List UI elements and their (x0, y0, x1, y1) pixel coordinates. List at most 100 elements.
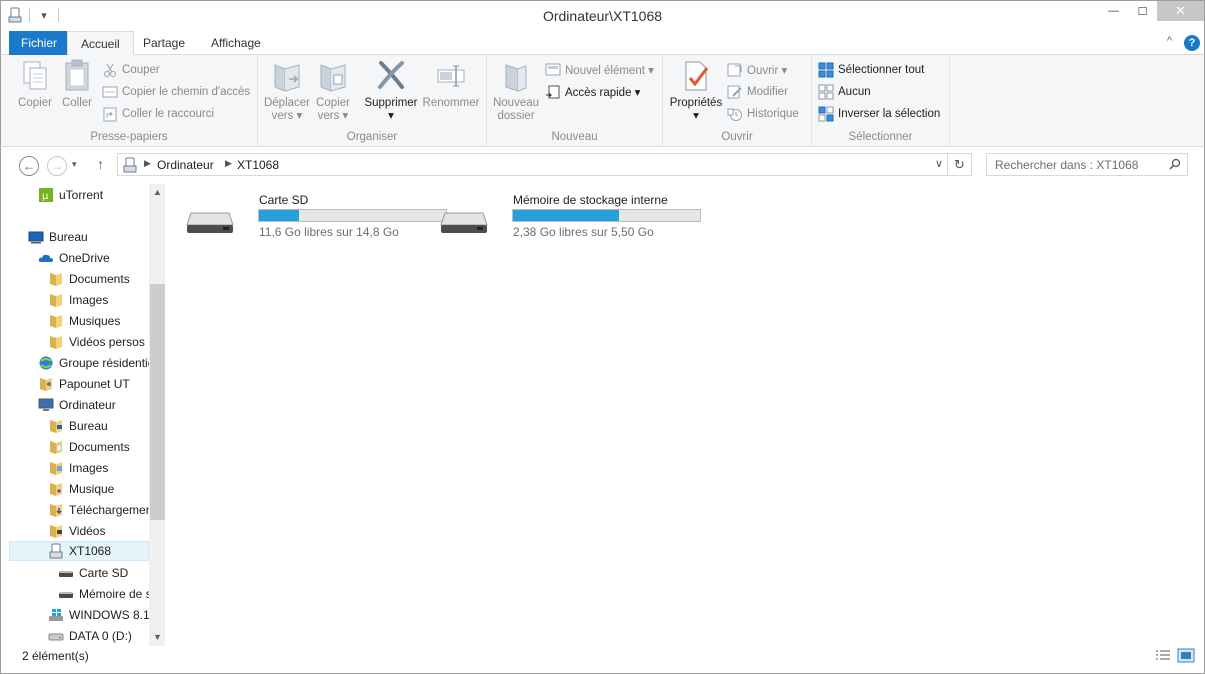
invert-selection-button[interactable]: Inverser la sélection (818, 104, 940, 124)
nav-item-videos-folder[interactable]: Vidéos (48, 521, 105, 541)
nav-item-utorrent[interactable]: µ uTorrent (38, 185, 103, 205)
copy-path-button[interactable]: Copier le chemin d'accès (102, 82, 250, 102)
copy-button[interactable]: Copier (15, 59, 55, 110)
nav-scrollbar[interactable]: ▲ ▼ (149, 184, 166, 646)
nav-item-label: Musique (69, 482, 115, 496)
folder-icon (48, 271, 64, 287)
scroll-up-icon[interactable]: ▲ (149, 184, 166, 201)
forward-button[interactable]: → (47, 156, 67, 176)
up-button[interactable]: ↑ (97, 156, 104, 172)
breadcrumb-ordinateur[interactable]: Ordinateur (157, 158, 214, 172)
paste-button[interactable]: Coller (59, 59, 95, 110)
user-folder-icon (38, 376, 54, 392)
back-button[interactable]: ← (19, 156, 39, 176)
windows-drive-icon (48, 607, 64, 623)
drive-icon (439, 207, 489, 235)
copy-to-button[interactable]: Copier vers ▾ (313, 59, 353, 123)
open-label: Ouvrir ▾ (747, 65, 788, 77)
breadcrumb-separator-icon[interactable]: ▶ (225, 158, 232, 169)
search-icon[interactable] (1169, 158, 1181, 170)
open-button[interactable]: Ouvrir ▾ (727, 60, 787, 80)
nav-item-papounet-ut[interactable]: Papounet UT (38, 374, 130, 394)
easy-access-button[interactable]: Accès rapide ▾ (545, 82, 640, 102)
easy-access-label: Accès rapide ▾ (565, 87, 641, 99)
new-item-label: Nouvel élément ▾ (565, 65, 654, 77)
nav-item-memoire-interne[interactable]: Mémoire de stockage interne (58, 584, 149, 604)
paste-icon (61, 59, 93, 93)
nav-item-groupe-residentiel[interactable]: Groupe résidentiel (38, 353, 149, 373)
maximize-button[interactable]: ☐ (1128, 1, 1157, 21)
close-button[interactable]: ✕ (1157, 1, 1204, 21)
tab-share[interactable]: Partage (130, 31, 198, 55)
move-to-button[interactable]: Déplacer vers ▾ (263, 59, 311, 123)
collapse-ribbon-icon[interactable]: ^ (1167, 35, 1172, 47)
new-item-button[interactable]: Nouvel élément ▾ (545, 60, 654, 80)
nav-item-label: Vidéos (69, 524, 106, 538)
nav-item-xt1068[interactable]: XT1068 (9, 541, 149, 561)
search-box[interactable]: Rechercher dans : XT1068 (986, 153, 1188, 176)
paste-shortcut-button[interactable]: Coller le raccourci (102, 104, 214, 124)
scroll-down-icon[interactable]: ▼ (149, 629, 166, 646)
minimize-button[interactable]: — (1099, 1, 1128, 21)
tab-home[interactable]: Accueil (67, 31, 134, 56)
nav-item-label: OneDrive (59, 251, 110, 265)
drive-tile-memoire-interne[interactable]: Mémoire de stockage interne 2,38 Go libr… (439, 193, 701, 243)
nav-item-musiques[interactable]: Musiques (48, 311, 120, 331)
new-group: Nouveau dossier Nouvel élément ▾ Accès r… (487, 55, 663, 147)
move-to-label-2: vers ▾ (271, 110, 303, 122)
select-all-button[interactable]: Sélectionner tout (818, 60, 924, 80)
tab-view[interactable]: Affichage (198, 31, 274, 55)
tab-file[interactable]: Fichier (9, 31, 70, 55)
recent-locations-icon[interactable]: ▾ (72, 159, 77, 170)
nav-item-data-0[interactable]: DATA 0 (D:) (48, 626, 132, 646)
properties-button[interactable]: Propriétés ▾ (667, 59, 725, 123)
delete-button[interactable]: Supprimer ▾ (362, 59, 420, 123)
nav-item-musique-folder[interactable]: Musique (48, 479, 114, 499)
drive-usage-fill (513, 210, 620, 221)
nav-item-documents[interactable]: Documents (48, 269, 130, 289)
select-all-label: Sélectionner tout (838, 64, 925, 76)
scrollbar-thumb[interactable] (150, 284, 165, 520)
new-folder-button[interactable]: Nouveau dossier (491, 59, 541, 123)
large-icons-view-icon[interactable] (1177, 648, 1195, 664)
rename-button[interactable]: Renommer (420, 59, 482, 110)
properties-dropdown-icon[interactable]: ▾ (693, 110, 699, 122)
details-view-icon[interactable] (1154, 648, 1172, 664)
nav-item-images-folder[interactable]: Images (48, 458, 108, 478)
select-none-icon (818, 84, 834, 100)
edit-button[interactable]: Modifier (727, 82, 788, 102)
nav-item-onedrive[interactable]: OneDrive (38, 248, 110, 268)
content-pane: Carte SD 11,6 Go libres sur 14,8 Go Mémo… (165, 184, 1205, 646)
select-none-button[interactable]: Aucun (818, 82, 871, 102)
delete-dropdown-icon[interactable]: ▾ (388, 110, 394, 122)
nav-item-carte-sd[interactable]: Carte SD (58, 563, 128, 583)
nav-item-bureau-folder[interactable]: Bureau (48, 416, 108, 436)
phone-icon (122, 157, 138, 173)
refresh-button[interactable]: ↻ (947, 154, 971, 175)
breadcrumb-separator-icon[interactable]: ▶ (144, 158, 151, 169)
new-folder-label-1: Nouveau (492, 97, 540, 109)
help-icon[interactable]: ? (1184, 35, 1200, 51)
scissors-icon (102, 62, 118, 78)
status-bar: 2 élément(s) (0, 646, 1205, 674)
open-group-label: Ouvrir (721, 131, 753, 143)
videos-folder-icon (48, 523, 64, 539)
nav-item-images[interactable]: Images (48, 290, 108, 310)
nav-item-bureau[interactable]: Bureau (28, 227, 88, 247)
nav-item-videos-persos[interactable]: Vidéos persos (48, 332, 145, 352)
nav-item-ordinateur[interactable]: Ordinateur (38, 395, 116, 415)
phone-icon (48, 543, 64, 559)
address-dropdown-icon[interactable]: ∨ (935, 157, 943, 170)
search-placeholder: Rechercher dans : XT1068 (995, 158, 1139, 172)
drive-name: Carte SD (259, 193, 309, 207)
address-bar[interactable]: ▶ Ordinateur ▶ XT1068 ∨ ↻ (117, 153, 972, 176)
nav-item-documents-folder[interactable]: Documents (48, 437, 130, 457)
folder-icon (48, 334, 64, 350)
history-button[interactable]: Historique (727, 104, 799, 124)
nav-item-telechargements[interactable]: Téléchargements (48, 500, 149, 520)
breadcrumb-xt1068[interactable]: XT1068 (237, 158, 279, 172)
nav-item-windows-8-1[interactable]: WINDOWS 8.1 (48, 605, 150, 625)
drive-tile-carte-sd[interactable]: Carte SD 11,6 Go libres sur 14,8 Go (185, 193, 447, 243)
cut-button[interactable]: Couper (102, 60, 160, 80)
drive-free-space: 2,38 Go libres sur 5,50 Go (513, 225, 654, 239)
